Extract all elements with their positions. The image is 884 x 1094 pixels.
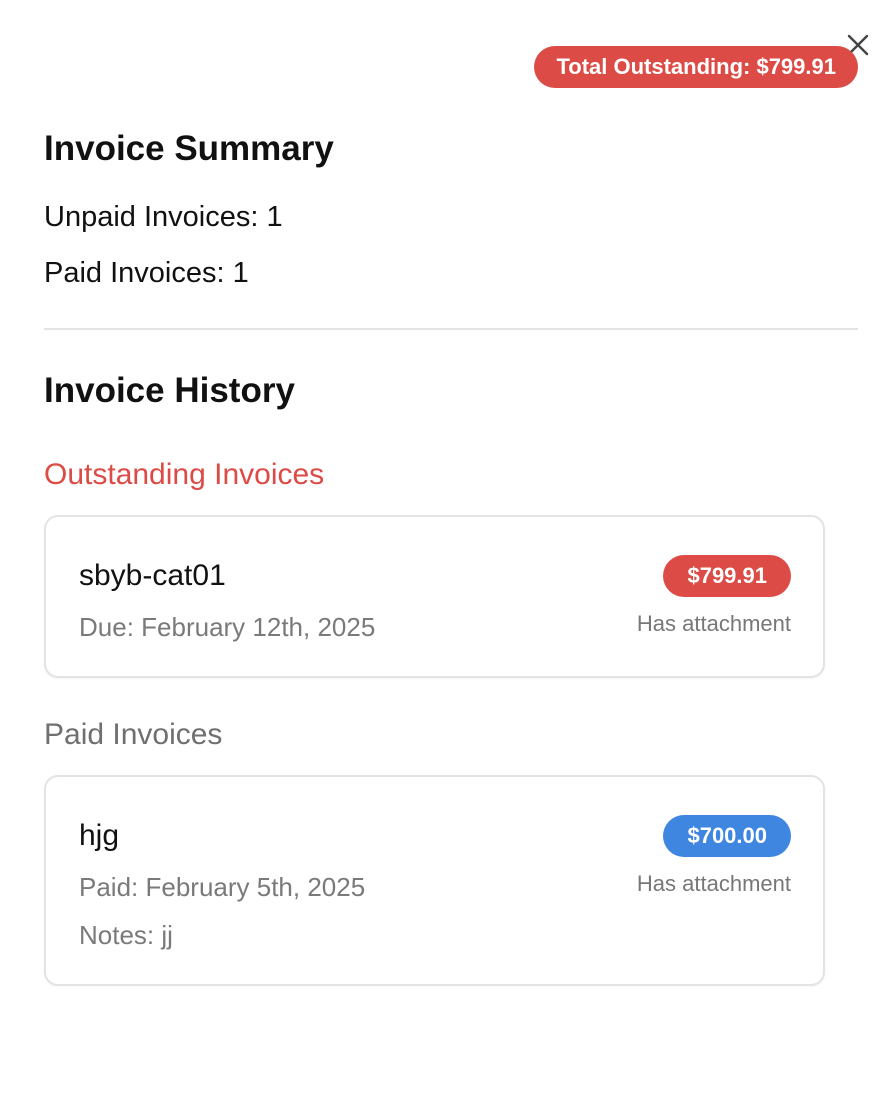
paid-invoice-card[interactable]: hjg Paid: February 5th, 2025 Notes: jj $… xyxy=(44,775,825,986)
invoice-amount-badge: $700.00 xyxy=(663,815,791,857)
unpaid-invoices-count: Unpaid Invoices: 1 xyxy=(44,201,283,233)
invoice-notes: Notes: jj xyxy=(79,920,173,950)
attachment-indicator: Has attachment xyxy=(636,611,791,636)
paid-invoices-count: Paid Invoices: 1 xyxy=(44,257,249,289)
invoice-due-date: Due: February 12th, 2025 xyxy=(79,612,376,642)
attachment-indicator: Has attachment xyxy=(636,871,791,896)
invoice-name: hjg xyxy=(79,819,120,852)
invoice-amount-badge: $799.91 xyxy=(663,555,791,597)
invoice-name: sbyb-cat01 xyxy=(79,559,226,592)
paid-invoices-heading: Paid Invoices xyxy=(44,718,223,751)
outstanding-invoices-heading: Outstanding Invoices xyxy=(44,458,325,491)
invoice-summary-title: Invoice Summary xyxy=(44,129,334,168)
invoice-paid-date: Paid: February 5th, 2025 xyxy=(79,872,366,902)
total-outstanding-badge: Total Outstanding: $799.91 xyxy=(534,46,858,88)
outstanding-invoice-card[interactable]: sbyb-cat01 Due: February 12th, 2025 $799… xyxy=(44,515,825,678)
invoice-panel: Total Outstanding: $799.91 Invoice Summa… xyxy=(0,0,884,1094)
invoice-history-title: Invoice History xyxy=(44,371,295,410)
section-divider xyxy=(44,328,858,330)
